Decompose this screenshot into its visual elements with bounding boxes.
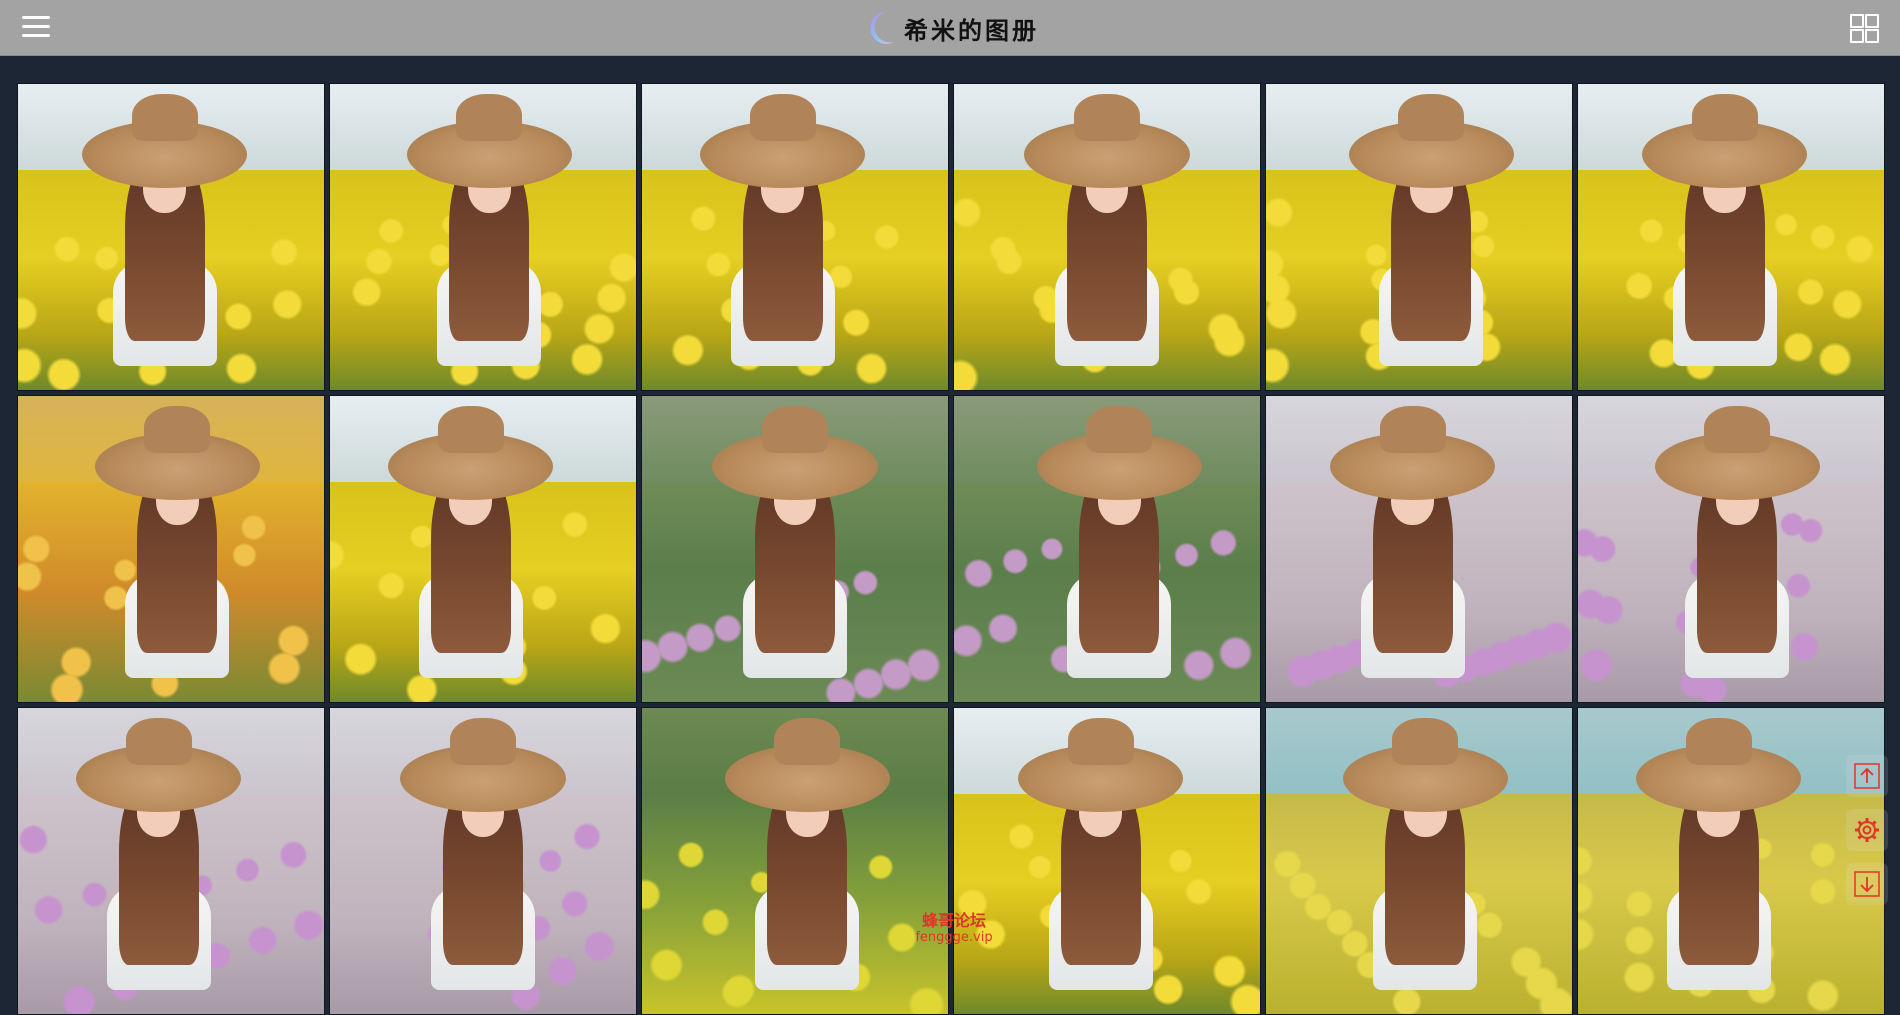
photo-thumbnail[interactable] — [953, 83, 1261, 391]
arrow-down-icon — [1854, 871, 1880, 897]
arrow-up-icon — [1854, 763, 1880, 789]
watermark-line2: fenggge.vip — [915, 930, 993, 945]
photo-thumbnail[interactable] — [1577, 395, 1885, 703]
hamburger-menu-icon[interactable] — [17, 12, 55, 44]
crescent-moon-icon — [870, 12, 894, 44]
app-title: 希米的图册 — [904, 15, 1039, 45]
gear-icon — [1855, 818, 1879, 842]
photo-thumbnail[interactable] — [17, 83, 325, 391]
watermark-line1: 蜂哥论坛 — [921, 911, 986, 930]
photo-thumbnail[interactable] — [1577, 83, 1885, 391]
grid-view-icon[interactable] — [1848, 12, 1880, 44]
photo-thumbnail[interactable] — [1577, 707, 1885, 1015]
top-bar: 希米的图册 — [0, 0, 1900, 56]
photo-thumbnail[interactable] — [641, 395, 949, 703]
scroll-to-bottom-button[interactable] — [1846, 863, 1888, 905]
photo-thumbnail[interactable] — [1265, 707, 1573, 1015]
photo-thumbnail[interactable] — [329, 395, 637, 703]
photo-thumbnail[interactable] — [329, 707, 637, 1015]
scroll-to-top-button[interactable] — [1846, 755, 1888, 797]
photo-thumbnail[interactable] — [17, 707, 325, 1015]
photo-thumbnail[interactable] — [641, 83, 949, 391]
photo-thumbnail[interactable] — [953, 395, 1261, 703]
photo-thumbnail[interactable] — [953, 707, 1261, 1015]
settings-button[interactable] — [1846, 809, 1888, 851]
photo-thumbnail[interactable] — [17, 395, 325, 703]
photo-thumbnail[interactable] — [1265, 395, 1573, 703]
photo-thumbnail[interactable] — [641, 707, 949, 1015]
site-title-group[interactable]: 希米的图册 — [860, 6, 1039, 50]
forum-watermark: 蜂哥论坛 fenggge.vip — [912, 911, 996, 946]
photo-thumbnail[interactable] — [1265, 83, 1573, 391]
photo-thumbnail[interactable] — [329, 83, 637, 391]
photo-gallery — [17, 83, 1885, 1015]
